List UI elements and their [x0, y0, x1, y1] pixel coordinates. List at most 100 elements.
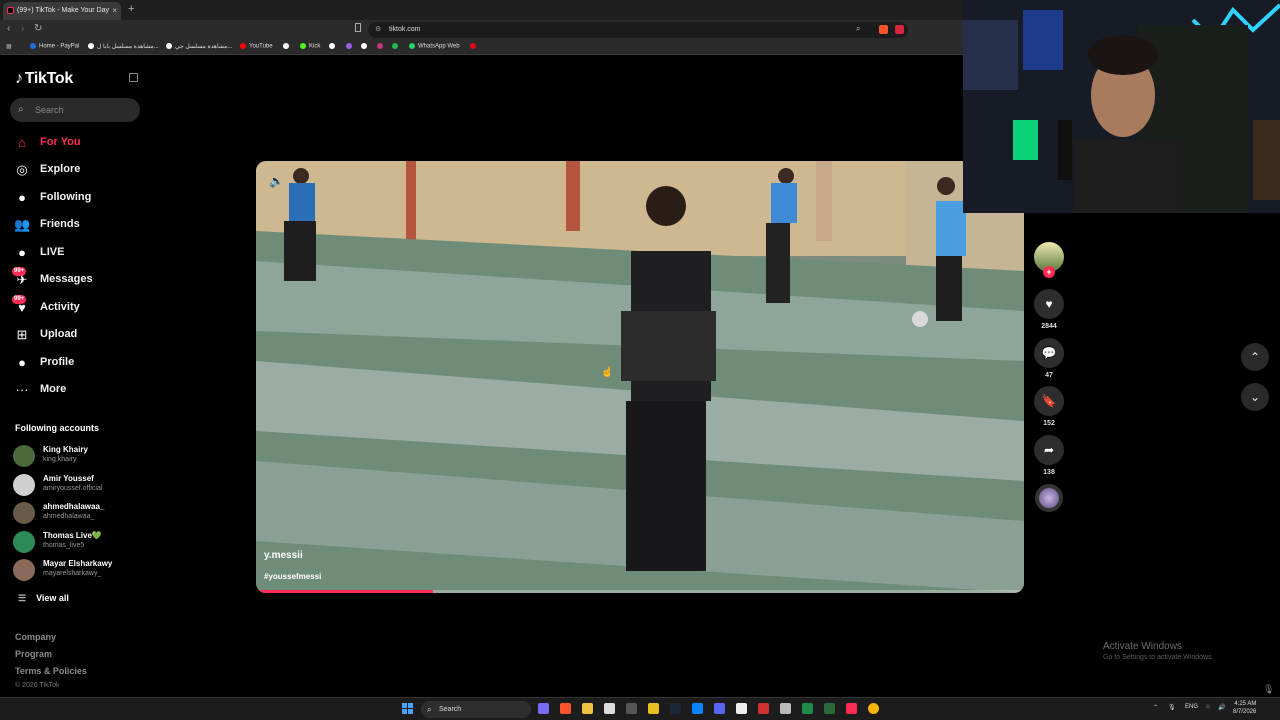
tray-chevron-icon[interactable]: ⌃	[1153, 704, 1158, 711]
sidebar-item-label: Activity	[40, 301, 80, 313]
address-bar[interactable]: ⚙ tiktok.com	[368, 22, 908, 38]
bookmark-item[interactable]: WhatsApp Web	[409, 43, 460, 50]
view-all-button[interactable]: ☰ View all	[18, 593, 69, 604]
bookmark-item[interactable]	[470, 43, 479, 50]
sidebar-item-following[interactable]: ● Following	[0, 185, 150, 209]
bookmark-item[interactable]	[346, 43, 355, 50]
account-handle: mayarelsharkawy_	[43, 570, 102, 577]
chevron-down-icon: ⌄	[1249, 390, 1261, 404]
sidebar-item-more[interactable]: ··· More	[0, 377, 150, 401]
copilot-icon[interactable]	[538, 703, 549, 714]
comment-button[interactable]: 💬 47	[1034, 338, 1064, 379]
brave-rewards-icon[interactable]	[895, 25, 904, 34]
taskbar-search-icon: ⌕	[427, 705, 432, 714]
zoom-icon[interactable]: ⌕	[856, 24, 860, 34]
sidebar-item-explore[interactable]: ◎ Explore	[0, 157, 150, 181]
app-icon-2[interactable]	[824, 703, 835, 714]
comment-icon: 💬	[1034, 338, 1064, 368]
previous-video-button[interactable]: ⌃	[1241, 343, 1269, 371]
sidebar-item-label: Explore	[40, 163, 81, 175]
reload-icon[interactable]: ↻	[34, 23, 42, 34]
bookmark-page-icon[interactable]	[355, 23, 361, 32]
like-count: 2844	[1041, 323, 1057, 330]
sidebar-item-live[interactable]: ● LIVE	[0, 240, 150, 264]
bookmark-item[interactable]: Home - PayPal	[30, 43, 79, 50]
speaker-icon[interactable]: 🔊	[1218, 704, 1225, 711]
edge-icon[interactable]	[692, 703, 703, 714]
account-name: King Khairy	[43, 445, 88, 454]
bookmark-favicon-icon	[392, 43, 398, 49]
bookmark-item[interactable]	[329, 43, 338, 50]
calculator-icon[interactable]	[736, 703, 747, 714]
bookmark-item[interactable]: مشاهدة مسلسل جي...	[166, 43, 232, 50]
sidebar-item-for-you[interactable]: ⌂ For You	[0, 130, 150, 154]
sidebar-item-friends[interactable]: 👥 Friends	[0, 212, 150, 236]
bookmark-favicon-icon	[240, 43, 246, 49]
close-tab-icon[interactable]: ×	[112, 2, 117, 20]
browser-tab[interactable]: (99+) TikTok - Make Your Day ×	[3, 2, 121, 20]
tiktok-logo[interactable]: ♪ TikTok	[15, 70, 73, 88]
acrobat-icon[interactable]	[758, 703, 769, 714]
following-account[interactable]: Mayar Elsharkawy mayarelsharkawy_	[13, 557, 153, 583]
follow-plus-icon[interactable]: +	[1043, 266, 1055, 278]
collapse-sidebar-icon[interactable]	[129, 73, 138, 82]
taskbar-clock[interactable]: 4:25 AM 8/7/2026	[1233, 700, 1256, 716]
excel-icon[interactable]	[802, 703, 813, 714]
video-progress-bar[interactable]	[256, 590, 1024, 593]
language-indicator[interactable]: ENG	[1185, 704, 1198, 710]
footer-link[interactable]: Program	[15, 649, 52, 659]
following-account[interactable]: Amir Youssef amiryoussef.official	[13, 472, 153, 498]
tiktok-app-icon[interactable]	[846, 703, 857, 714]
site-info-icon[interactable]: ⚙	[375, 22, 381, 38]
tiktok-favicon-icon	[7, 7, 14, 14]
sidebar-item-activity[interactable]: ♥ 99+ Activity	[0, 295, 150, 319]
back-icon[interactable]: ‹	[7, 23, 10, 34]
forward-icon[interactable]: ›	[21, 23, 24, 34]
footer-link[interactable]: Company	[15, 632, 56, 642]
video-hashtag[interactable]: #youssefmessi	[264, 572, 321, 581]
sidebar-item-upload[interactable]: ⊞ Upload	[0, 322, 150, 346]
taskbar-search[interactable]: ⌕ Search	[421, 701, 531, 718]
store-icon[interactable]	[604, 703, 615, 714]
share-button[interactable]: ➦ 138	[1034, 435, 1064, 476]
obs-icon[interactable]	[626, 703, 637, 714]
following-account[interactable]: Thomas Live💚 thomas_live5	[13, 529, 153, 555]
heart-icon: ♥	[1034, 289, 1064, 319]
new-tab-button[interactable]: +	[128, 3, 134, 15]
sidebar-item-profile[interactable]: ● Profile	[0, 350, 150, 374]
bookmark-item[interactable]: مشاهدة مسلسل بابا ل...	[88, 43, 159, 50]
chrome-icon[interactable]	[868, 703, 879, 714]
profile-avatar-icon: ●	[18, 355, 26, 370]
bookmark-item[interactable]	[392, 43, 401, 50]
bookmark-item[interactable]	[361, 43, 370, 50]
video-player[interactable]: 🔈 ☝ y.messii #youssefmessi	[256, 161, 1024, 593]
following-account[interactable]: ahmedhalawaa_ ahmedhalawaa_	[13, 500, 153, 526]
bookmark-item[interactable]: YouTube	[240, 43, 273, 50]
mic-tray-icon[interactable]: 🎙	[1168, 704, 1176, 711]
browser-tab-bar: (99+) TikTok - Make Your Day × +	[0, 0, 963, 20]
bookmark-item[interactable]	[283, 43, 292, 50]
next-video-button[interactable]: ⌄	[1241, 383, 1269, 411]
video-author[interactable]: y.messii	[264, 550, 303, 561]
like-button[interactable]: ♥ 2844	[1034, 289, 1064, 330]
brave-shield-icon[interactable]	[879, 25, 888, 34]
discord-icon[interactable]	[714, 703, 725, 714]
brave-browser-icon[interactable]	[560, 703, 571, 714]
save-button[interactable]: 🔖 152	[1034, 386, 1064, 427]
bookmark-item[interactable]: Kick	[300, 43, 320, 50]
following-account[interactable]: King Khairy king.khairy	[13, 443, 153, 469]
steam-icon[interactable]	[670, 703, 681, 714]
windows-start-icon[interactable]	[402, 703, 413, 714]
sidebar-item-messages[interactable]: ✈ 99+ Messages	[0, 267, 150, 291]
app-icon[interactable]	[648, 703, 659, 714]
apps-grid-icon[interactable]: ▦	[6, 43, 12, 50]
footer-link[interactable]: Terms & Policies	[15, 666, 87, 676]
bookmark-favicon-icon	[409, 43, 415, 49]
sound-disc-icon[interactable]	[1035, 484, 1063, 512]
search-input[interactable]: ⌕ Search	[10, 98, 140, 122]
file-explorer-icon[interactable]	[582, 703, 593, 714]
wifi-icon[interactable]: ⌂	[1206, 704, 1210, 710]
bookmark-item[interactable]	[377, 43, 386, 50]
notepad-icon[interactable]	[780, 703, 791, 714]
volume-icon[interactable]: 🔈	[269, 174, 284, 188]
